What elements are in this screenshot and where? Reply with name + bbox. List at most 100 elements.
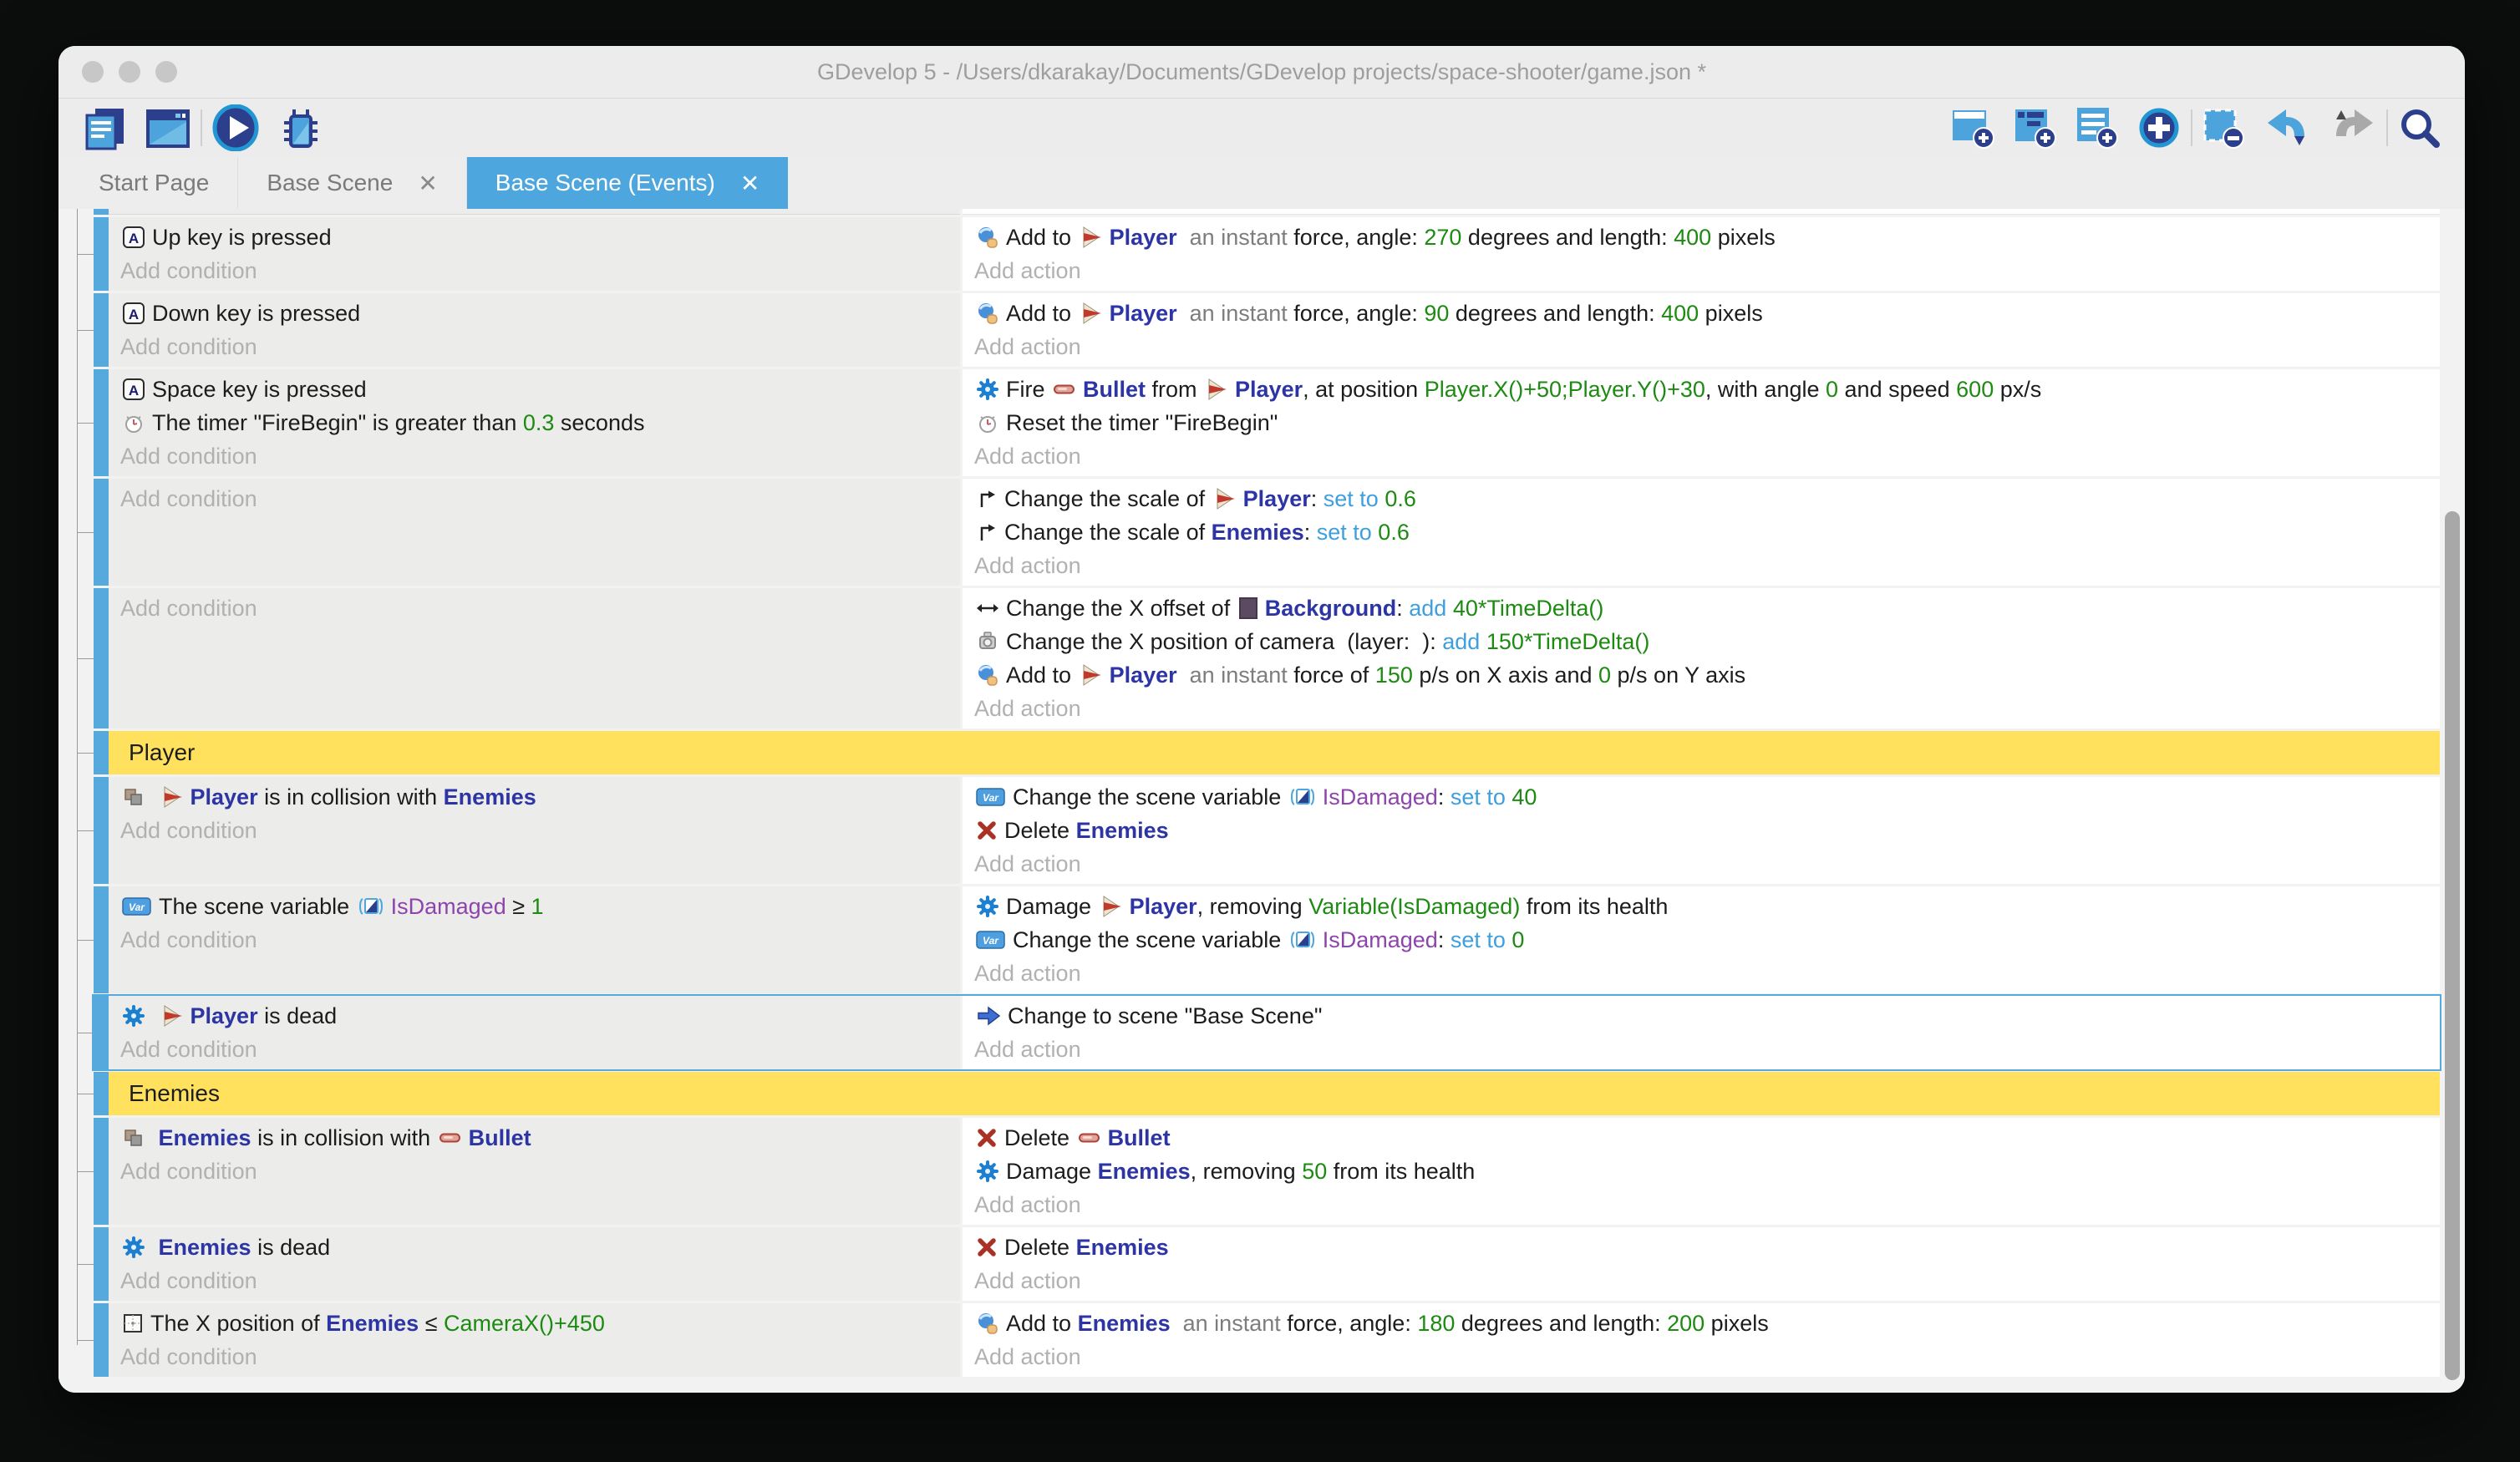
event-drag-handle[interactable] bbox=[94, 369, 109, 476]
event-drag-handle[interactable] bbox=[94, 777, 109, 884]
tab-base-scene-events-[interactable]: Base Scene (Events)✕ bbox=[467, 157, 789, 209]
condition-line[interactable]: VarThe scene variable IsDamaged ≥ 1 bbox=[120, 890, 948, 923]
actions-cell[interactable]: Add to Player an instant force, angle: 2… bbox=[963, 217, 2440, 291]
event-drag-handle[interactable] bbox=[94, 293, 109, 367]
conditions-cell[interactable]: Player is deadAdd condition bbox=[109, 996, 960, 1069]
action-line[interactable]: Damage Player, removing Variable(IsDamag… bbox=[974, 890, 2428, 923]
action-line[interactable]: Add action bbox=[974, 439, 2428, 473]
conditions-cell[interactable]: AUp key is pressedAdd condition bbox=[109, 217, 960, 291]
event-drag-handle[interactable] bbox=[94, 1227, 109, 1301]
add-new-icon[interactable] bbox=[2137, 106, 2181, 150]
action-line[interactable]: Change the scale of Player: set to 0.6 bbox=[974, 482, 2428, 515]
condition-line[interactable]: ADown key is pressed bbox=[120, 297, 948, 330]
action-line[interactable]: Add to Player an instant force, angle: 9… bbox=[974, 297, 2428, 330]
actions-cell[interactable]: Fire Bullet from Player, at position Pla… bbox=[963, 369, 2440, 476]
event-drag-handle[interactable] bbox=[94, 1072, 109, 1115]
condition-line[interactable]: Add condition bbox=[120, 254, 948, 287]
undo-icon[interactable] bbox=[2264, 108, 2311, 148]
minimize-window-button[interactable] bbox=[119, 61, 140, 83]
condition-line[interactable]: The timer "FireBegin" is greater than 0.… bbox=[120, 406, 948, 439]
condition-line[interactable]: Add condition bbox=[120, 814, 948, 847]
condition-line[interactable]: The X position of Enemies ≤ CameraX()+45… bbox=[120, 1307, 948, 1340]
action-line[interactable]: Delete Bullet bbox=[974, 1121, 2428, 1155]
group-header[interactable]: Enemies bbox=[109, 1072, 2440, 1115]
conditions-cell[interactable]: Enemies is deadAdd condition bbox=[109, 1227, 960, 1301]
conditions-cell[interactable]: VarThe scene variable IsDamaged ≥ 1Add c… bbox=[109, 886, 960, 993]
actions-cell[interactable]: Delete EnemiesAdd action bbox=[963, 1227, 2440, 1301]
action-line[interactable]: Add action bbox=[974, 254, 2428, 287]
action-line[interactable]: Change to scene "Base Scene" bbox=[974, 999, 2428, 1033]
event-row[interactable]: AUp key is pressedAdd condition Add to Pl… bbox=[94, 217, 2440, 291]
event-row[interactable]: Enemies is deadAdd conditionDelete Enemi… bbox=[94, 1227, 2440, 1301]
condition-line[interactable]: Add condition bbox=[120, 482, 948, 515]
event-row-selected[interactable]: Player is deadAdd conditionChange to sce… bbox=[94, 996, 2440, 1069]
action-line[interactable]: Fire Bullet from Player, at position Pla… bbox=[974, 373, 2428, 406]
close-tab-icon[interactable]: ✕ bbox=[740, 170, 760, 197]
action-line[interactable]: Delete Enemies bbox=[974, 1231, 2428, 1264]
action-line[interactable]: Add action bbox=[974, 957, 2428, 990]
condition-line[interactable]: Add condition bbox=[120, 923, 948, 957]
actions-cell[interactable]: VarChange the scene variable IsDamaged: … bbox=[963, 777, 2440, 884]
action-line[interactable]: Add to Player an instant force, angle: 2… bbox=[974, 221, 2428, 254]
event-row[interactable]: ADown key is pressedAdd condition Add to … bbox=[94, 293, 2440, 367]
condition-line[interactable]: Enemies is dead bbox=[120, 1231, 948, 1264]
action-line[interactable]: Delete Enemies bbox=[974, 814, 2428, 847]
event-row[interactable]: The X position of Enemies ≤ CameraX()+45… bbox=[94, 1303, 2440, 1377]
actions-cell[interactable]: Change the X offset of Background: add 4… bbox=[963, 588, 2440, 728]
actions-cell[interactable]: Change the scale of Player: set to 0.6Ch… bbox=[963, 479, 2440, 586]
add-subevent-icon[interactable] bbox=[2014, 106, 2057, 150]
condition-line[interactable]: Enemies is in collision with Bullet bbox=[120, 1121, 948, 1155]
action-line[interactable]: Add action bbox=[974, 847, 2428, 881]
event-drag-handle[interactable] bbox=[94, 996, 109, 1069]
action-line[interactable]: Reset the timer "FireBegin" bbox=[974, 406, 2428, 439]
condition-line[interactable]: Player is in collision with Enemies bbox=[120, 780, 948, 814]
event-drag-handle[interactable] bbox=[94, 479, 109, 586]
condition-line[interactable]: Add condition bbox=[120, 330, 948, 363]
preview-play-icon[interactable] bbox=[212, 104, 259, 151]
action-line[interactable]: Add action bbox=[974, 1033, 2428, 1066]
event-drag-handle[interactable] bbox=[94, 1303, 109, 1377]
debug-icon[interactable] bbox=[277, 104, 324, 151]
action-line[interactable]: Add to Enemies an instant force, angle: … bbox=[974, 1307, 2428, 1340]
delete-selection-icon[interactable] bbox=[2202, 106, 2246, 150]
action-line[interactable]: Change the X position of camera (layer: … bbox=[974, 625, 2428, 658]
conditions-cell[interactable]: Add condition bbox=[109, 588, 960, 728]
action-line[interactable]: Add action bbox=[974, 330, 2428, 363]
condition-line[interactable]: Add condition bbox=[120, 1264, 948, 1297]
action-line[interactable]: Add action bbox=[974, 1340, 2428, 1373]
project-manager-icon[interactable] bbox=[82, 105, 127, 150]
actions-cell[interactable]: Add to Enemies an instant force, angle: … bbox=[963, 1303, 2440, 1377]
event-drag-handle[interactable] bbox=[94, 588, 109, 728]
condition-line[interactable]: Add condition bbox=[120, 439, 948, 473]
conditions-cell[interactable]: ASpace key is pressedThe timer "FireBegi… bbox=[109, 369, 960, 476]
action-line[interactable]: Add action bbox=[974, 549, 2428, 582]
condition-line[interactable]: AUp key is pressed bbox=[120, 221, 948, 254]
zoom-window-button[interactable] bbox=[155, 61, 177, 83]
scene-editor-icon[interactable] bbox=[145, 105, 191, 150]
group-header[interactable]: Player bbox=[109, 731, 2440, 774]
event-row[interactable]: Enemies is in collision with BulletAdd c… bbox=[94, 1118, 2440, 1225]
action-line[interactable]: Change the scale of Enemies: set to 0.6 bbox=[974, 515, 2428, 549]
close-window-button[interactable] bbox=[82, 61, 104, 83]
condition-line[interactable]: Add condition bbox=[120, 1033, 948, 1066]
add-event-icon[interactable] bbox=[1952, 106, 1995, 150]
tab-start-page[interactable]: Start Page bbox=[70, 157, 238, 209]
event-row[interactable]: Player is in collision with EnemiesAdd c… bbox=[94, 777, 2440, 884]
vertical-scrollbar[interactable] bbox=[2445, 511, 2460, 1380]
actions-cell[interactable]: Change to scene "Base Scene"Add action bbox=[963, 996, 2440, 1069]
action-line[interactable]: Damage Enemies, removing 50 from its hea… bbox=[974, 1155, 2428, 1188]
actions-cell[interactable]: Delete BulletDamage Enemies, removing 50… bbox=[963, 1118, 2440, 1225]
event-row[interactable]: Add condition Change the X offset of Back… bbox=[94, 588, 2440, 728]
conditions-cell[interactable]: ADown key is pressedAdd condition bbox=[109, 293, 960, 367]
condition-line[interactable]: Add condition bbox=[120, 1340, 948, 1373]
condition-line[interactable]: Add condition bbox=[120, 1155, 948, 1188]
redo-icon[interactable] bbox=[2329, 108, 2376, 148]
event-drag-handle[interactable] bbox=[94, 1118, 109, 1225]
action-line[interactable]: Add action bbox=[974, 1264, 2428, 1297]
event-drag-handle[interactable] bbox=[94, 209, 109, 215]
actions-cell[interactable]: Add to Player an instant force, angle: 9… bbox=[963, 293, 2440, 367]
event-row[interactable]: Add condition Change the scale of Player:… bbox=[94, 479, 2440, 586]
action-line[interactable]: Add action bbox=[974, 692, 2428, 725]
action-line[interactable]: Add action bbox=[974, 1188, 2428, 1221]
action-line[interactable]: Change the X offset of Background: add 4… bbox=[974, 591, 2428, 625]
